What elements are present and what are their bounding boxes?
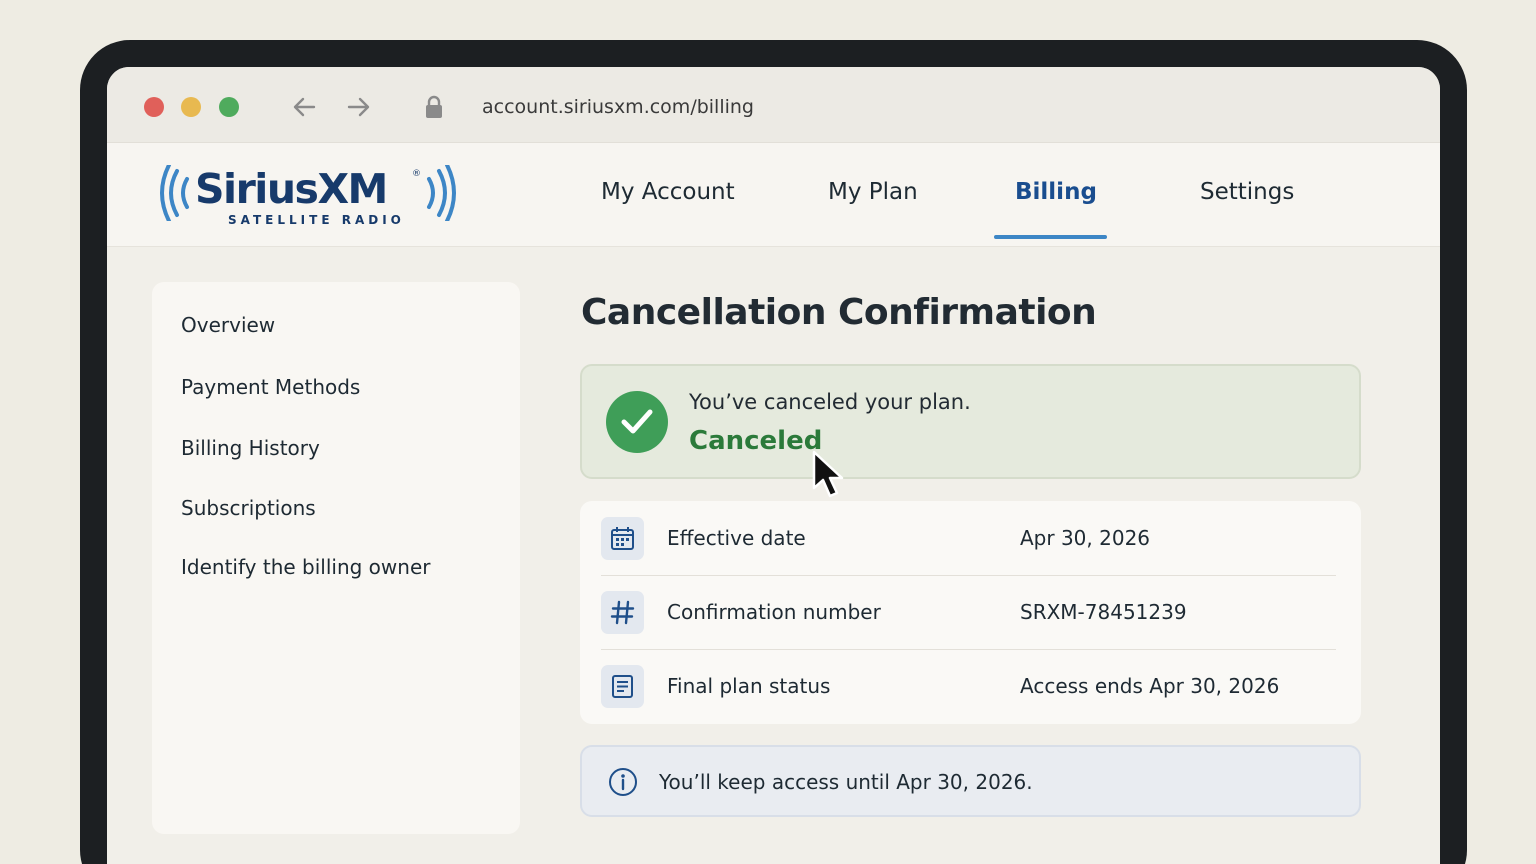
success-message: You’ve canceled your plan. [689, 390, 971, 414]
site-header: SiriusXM ® SATELLITE RADIO My Account My… [107, 143, 1440, 247]
status-badge: Canceled [689, 426, 823, 456]
close-window-button[interactable] [144, 97, 164, 117]
siriusxm-logo[interactable]: SiriusXM ® SATELLITE RADIO [157, 163, 457, 231]
document-icon [601, 665, 644, 708]
sidebar-item-payment-methods[interactable]: Payment Methods [181, 375, 360, 399]
back-arrow-icon[interactable] [290, 93, 320, 121]
signal-waves-left-icon [160, 165, 189, 221]
access-info-text: You’ll keep access until Apr 30, 2026. [659, 770, 1033, 794]
sidebar-item-billing-history[interactable]: Billing History [181, 436, 320, 460]
nav-settings[interactable]: Settings [1200, 179, 1294, 205]
page-title: Cancellation Confirmation [581, 292, 1097, 333]
lock-icon [426, 95, 442, 118]
billing-sidebar: Overview Payment Methods Billing History… [152, 282, 520, 834]
browser-toolbar: account.siriusxm.com/billing [107, 67, 1440, 143]
nav-my-account[interactable]: My Account [601, 179, 735, 205]
minimize-window-button[interactable] [181, 97, 201, 117]
active-tab-indicator [994, 235, 1107, 239]
cancellation-details-card: Effective date Apr 30, 2026 Confirmation… [580, 501, 1361, 724]
logo-tagline: SATELLITE RADIO [228, 213, 405, 227]
address-bar[interactable]: account.siriusxm.com/billing [467, 89, 769, 125]
signal-waves-right-icon [427, 165, 456, 221]
detail-row-effective-date: Effective date Apr 30, 2026 [580, 501, 1361, 575]
hash-icon [601, 591, 644, 634]
detail-value: Access ends Apr 30, 2026 [1020, 674, 1280, 698]
detail-value: Apr 30, 2026 [1020, 526, 1151, 550]
sidebar-item-identify-billing-owner[interactable]: Identify the billing owner [181, 555, 430, 579]
nav-billing[interactable]: Billing [1015, 179, 1097, 205]
info-icon [609, 768, 637, 796]
browser-window: account.siriusxm.com/billing SiriusXM ® … [107, 67, 1440, 864]
detail-label: Final plan status [667, 674, 831, 698]
forward-arrow-icon[interactable] [343, 93, 373, 121]
mouse-pointer-icon [812, 450, 844, 498]
detail-value: SRXM-78451239 [1020, 600, 1187, 624]
nav-my-plan[interactable]: My Plan [828, 179, 918, 205]
access-info-banner: You’ll keep access until Apr 30, 2026. [580, 745, 1361, 817]
detail-label: Confirmation number [667, 600, 881, 624]
cancellation-success-banner: You’ve canceled your plan. Canceled [580, 364, 1361, 479]
logo-wordmark: SiriusXM [195, 165, 388, 213]
detail-row-confirmation-number: Confirmation number SRXM-78451239 [580, 575, 1361, 649]
maximize-window-button[interactable] [219, 97, 239, 117]
calendar-icon [601, 517, 644, 560]
sidebar-item-overview[interactable]: Overview [181, 313, 275, 337]
sidebar-item-subscriptions[interactable]: Subscriptions [181, 496, 316, 520]
detail-label: Effective date [667, 526, 806, 550]
check-circle-icon [606, 391, 668, 453]
detail-row-final-plan-status: Final plan status Access ends Apr 30, 20… [580, 649, 1361, 723]
